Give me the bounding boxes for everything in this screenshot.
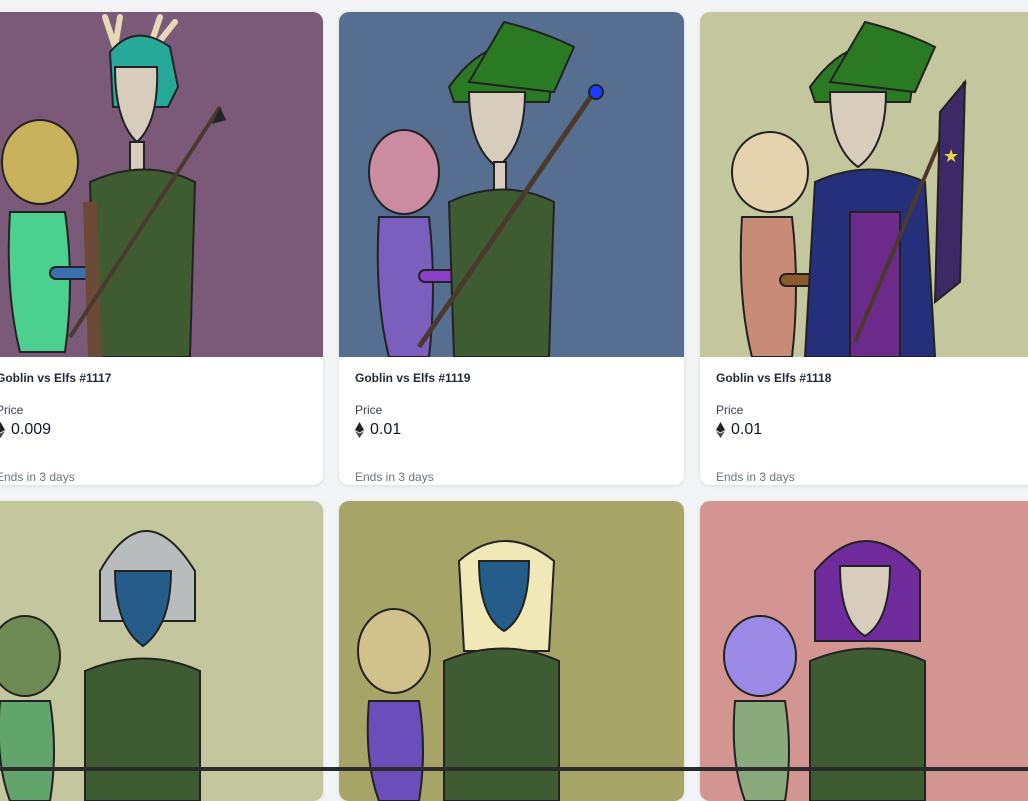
ethereum-icon	[0, 422, 5, 438]
nft-card[interactable]	[700, 501, 1028, 801]
price-value: 0.01	[370, 421, 402, 438]
nft-artwork[interactable]	[339, 12, 684, 357]
price-value: 0.01	[731, 421, 763, 438]
price-value: 0.009	[11, 421, 52, 438]
price-label: Price	[0, 403, 24, 417]
price-label: Price	[716, 403, 744, 417]
nft-card[interactable]	[339, 501, 684, 801]
nft-title[interactable]: Goblin vs Elfs #1118	[716, 371, 831, 385]
ethereum-icon	[355, 422, 364, 438]
nft-card-1117[interactable]: Goblin vs Elfs #1117 Price 0.009 Ends in…	[0, 12, 323, 485]
window-bottom-edge	[0, 767, 1028, 771]
auction-ends: Ends in 3 days	[0, 470, 75, 484]
auction-ends: Ends in 3 days	[716, 470, 795, 484]
auction-ends: Ends in 3 days	[355, 470, 434, 484]
nft-card-1118[interactable]: ★ Goblin vs Elfs #1118 Price 0.01 Ends i…	[700, 12, 1028, 485]
ethereum-icon	[716, 422, 725, 438]
nft-artwork[interactable]	[339, 501, 684, 801]
nft-artwork[interactable]	[0, 12, 323, 357]
nft-title[interactable]: Goblin vs Elfs #1117	[0, 371, 111, 385]
nft-card[interactable]	[0, 501, 323, 801]
nft-card-1119[interactable]: Goblin vs Elfs #1119 Price 0.01 Ends in …	[339, 12, 684, 485]
price-label: Price	[355, 403, 383, 417]
svg-text:★: ★	[943, 146, 959, 167]
nft-artwork[interactable]	[700, 501, 1028, 801]
nft-title[interactable]: Goblin vs Elfs #1119	[355, 371, 470, 385]
nft-artwork[interactable]: ★	[700, 12, 1028, 357]
nft-artwork[interactable]	[0, 501, 323, 801]
